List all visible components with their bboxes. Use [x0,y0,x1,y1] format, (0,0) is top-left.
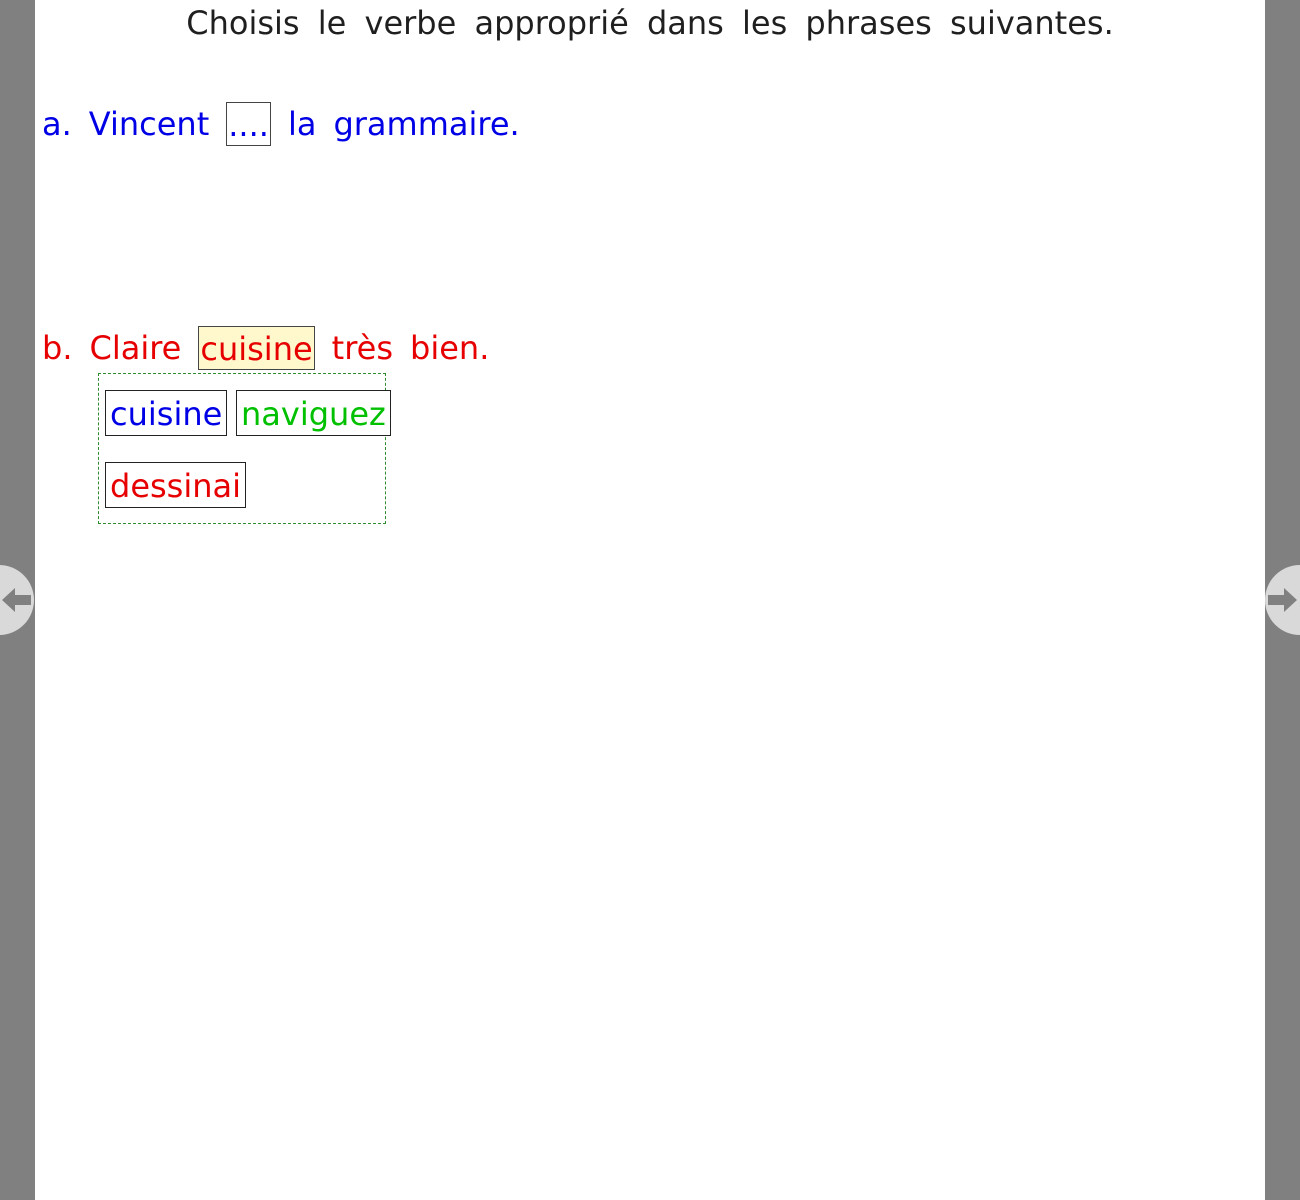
choice-option-dessinai[interactable]: dessinai [105,462,247,508]
sentence-letter: b. [42,329,73,367]
sentence-word: Vincent [88,105,210,143]
previous-page-button[interactable] [0,565,34,635]
choice-option-cuisine[interactable]: cuisine [105,390,228,436]
word-choice-dropdown: cuisine naviguez dessinai [98,373,391,524]
next-page-button[interactable] [1265,565,1300,635]
sentence-a: a. Vincent .... la grammaire. [42,102,537,146]
sentence-word: Claire [89,329,182,367]
arrow-left-icon [2,588,31,612]
answer-blank-b[interactable]: cuisine [198,326,315,370]
sentence-word: grammaire. [333,105,520,143]
instruction-text: Choisis le verbe approprié dans les phra… [186,4,1114,42]
exercise-page: Choisis le verbe approprié dans les phra… [35,0,1265,1200]
sentence-letter: a. [42,105,72,143]
answer-blank-a[interactable]: .... [226,102,271,146]
sentence-b: b. Claire cuisine très bien. [42,326,506,370]
choice-option-naviguez[interactable]: naviguez [236,390,391,436]
sentence-word: bien. [410,329,490,367]
sentence-word: très [331,329,394,367]
sentence-word: la [287,105,317,143]
arrow-right-icon [1268,588,1297,612]
